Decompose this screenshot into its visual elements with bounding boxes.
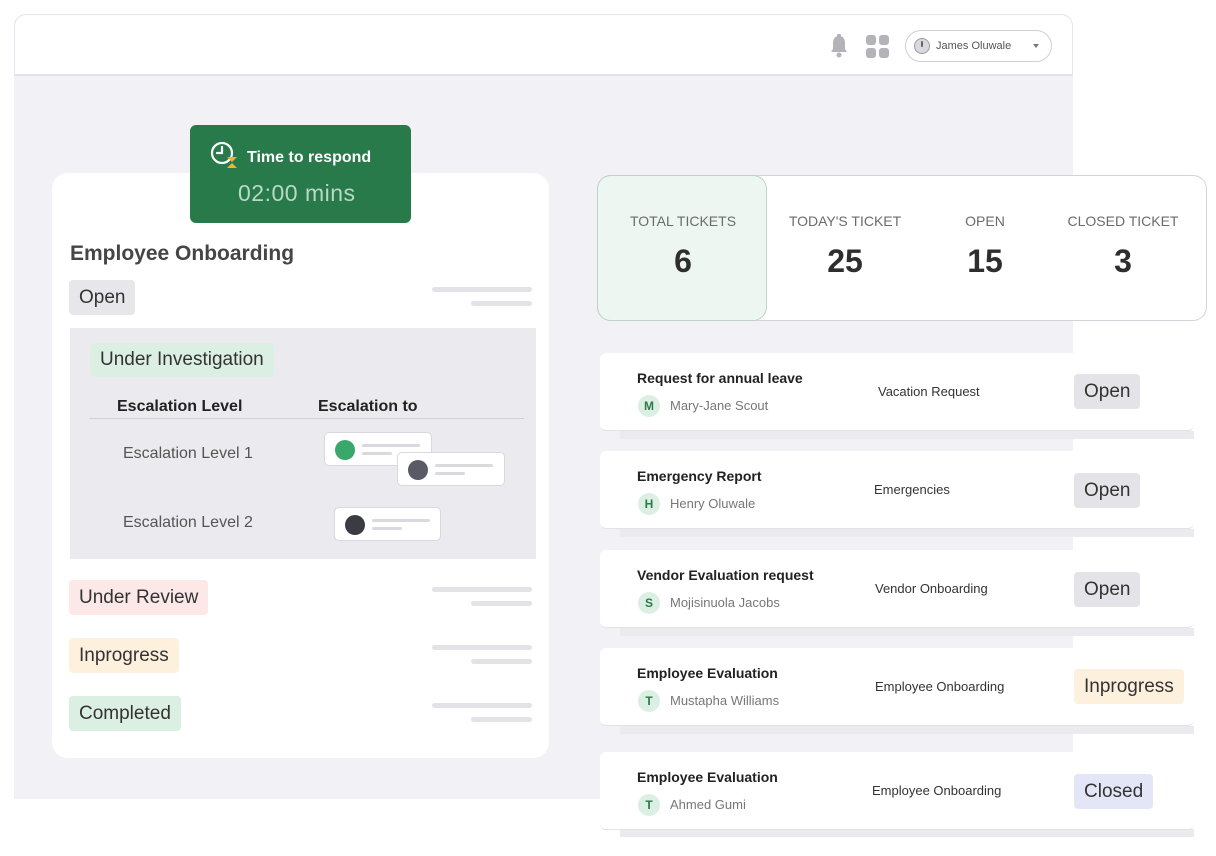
status-inprogress-chip[interactable]: Inprogress: [69, 638, 179, 673]
requester-name: Mustapha Williams: [670, 693, 780, 708]
apps-grid-icon[interactable]: [866, 35, 890, 59]
placeholder-line: [432, 645, 532, 650]
card-title: Employee Onboarding: [70, 242, 295, 265]
response-timer: Time to respond 02:00 mins: [190, 125, 411, 223]
status-open-chip[interactable]: Open: [69, 280, 136, 315]
top-bar: James Oluwale: [14, 14, 1073, 76]
ticket-title: Vendor Evaluation request: [637, 567, 814, 583]
assignee-avatar-icon: [408, 460, 428, 480]
requester-initial-badge: T: [638, 690, 660, 712]
ticket-title: Emergency Report: [637, 468, 762, 484]
ticket-status-badge[interactable]: Closed: [1074, 774, 1154, 809]
ticket-row[interactable]: Vendor Evaluation request S Mojisinuola …: [600, 550, 1194, 628]
placeholder-line: [471, 659, 532, 664]
ticket-row[interactable]: Emergency Report H Henry Oluwale Emergen…: [600, 451, 1194, 529]
ticket-row[interactable]: Employee Evaluation T Mustapha Williams …: [600, 648, 1194, 726]
row-divider: [620, 529, 1194, 537]
requester-initial-badge: S: [638, 592, 660, 614]
requester-initial-badge: T: [638, 794, 660, 816]
ticket-row[interactable]: Request for annual leave M Mary-Jane Sco…: [600, 353, 1194, 431]
ticket-category: Vendor Onboarding: [875, 581, 988, 596]
user-name: James Oluwale: [936, 40, 1012, 52]
escalation-to-header: Escalation to: [318, 398, 418, 415]
timer-value: 02:00 mins: [238, 180, 356, 206]
placeholder-line: [471, 601, 532, 606]
stat-total-tickets[interactable]: TOTAL TICKETS 6: [598, 176, 768, 280]
requester-name: Henry Oluwale: [670, 496, 756, 511]
row-divider: [620, 726, 1194, 734]
stat-value: 3: [1114, 243, 1132, 279]
chevron-down-icon: [1033, 44, 1039, 48]
ticket-status-badge[interactable]: Open: [1074, 572, 1141, 607]
ticket-stats-panel: TOTAL TICKETS 6 TODAY'S TICKET 25 OPEN 1…: [596, 174, 1207, 321]
row-divider: [620, 431, 1194, 439]
ticket-title: Employee Evaluation: [637, 665, 778, 681]
requester-initial-badge: H: [638, 493, 660, 515]
stat-label: TOTAL TICKETS: [629, 213, 737, 229]
ticket-status-badge[interactable]: Inprogress: [1074, 669, 1184, 704]
requester-name: Mojisinuola Jacobs: [670, 595, 780, 610]
ticket-row[interactable]: Employee Evaluation T Ahmed Gumi Employe…: [600, 752, 1194, 830]
placeholder-line: [471, 717, 532, 722]
timer-clock-icon: [210, 141, 237, 168]
requester-initial-badge: M: [638, 395, 660, 417]
assignee-avatar-icon: [345, 515, 365, 535]
status-completed-chip[interactable]: Completed: [69, 696, 181, 731]
assignee-avatar-icon: [335, 440, 355, 460]
escalation-level-1-label: Escalation Level 1: [123, 445, 253, 462]
status-under-review-chip[interactable]: Under Review: [69, 580, 209, 615]
stat-closed-ticket[interactable]: CLOSED TICKET 3: [1058, 176, 1188, 280]
notification-bell-icon[interactable]: [829, 34, 849, 58]
ticket-status-badge[interactable]: Open: [1074, 473, 1141, 508]
ticket-category: Emergencies: [874, 482, 950, 497]
placeholder-line: [471, 301, 532, 306]
stat-value: 6: [674, 243, 692, 279]
escalation-level-2-label: Escalation Level 2: [123, 514, 253, 531]
investigation-panel: Under Investigation Escalation Level Esc…: [70, 328, 536, 559]
requester-name: Ahmed Gumi: [670, 797, 746, 812]
user-menu-dropdown[interactable]: James Oluwale: [905, 30, 1052, 62]
ticket-category: Employee Onboarding: [872, 783, 1002, 798]
placeholder-line: [432, 587, 532, 592]
escalation-level-header: Escalation Level: [117, 398, 243, 415]
row-divider: [620, 829, 1194, 837]
stat-todays-ticket[interactable]: TODAY'S TICKET 25: [780, 176, 910, 280]
ticket-title: Employee Evaluation: [637, 769, 778, 785]
divider: [89, 418, 524, 419]
ticket-title: Request for annual leave: [637, 370, 803, 386]
row-divider: [620, 628, 1194, 636]
ticket-category: Vacation Request: [878, 384, 980, 399]
ticket-category: Employee Onboarding: [875, 679, 1005, 694]
user-avatar-icon: [914, 38, 930, 54]
stat-label: OPEN: [965, 213, 1005, 229]
assignee-card[interactable]: [334, 507, 441, 541]
timer-label: Time to respond: [247, 149, 372, 166]
stat-value: 15: [967, 243, 1003, 279]
stat-label: TODAY'S TICKET: [788, 213, 902, 229]
placeholder-line: [432, 703, 532, 708]
stat-label: CLOSED TICKET: [1067, 213, 1179, 229]
ticket-status-badge[interactable]: Open: [1074, 374, 1141, 409]
requester-name: Mary-Jane Scout: [670, 398, 769, 413]
status-under-investigation-chip[interactable]: Under Investigation: [90, 343, 274, 377]
assignee-card[interactable]: [397, 452, 505, 486]
stat-value: 25: [827, 243, 863, 279]
placeholder-line: [432, 287, 532, 292]
stat-open[interactable]: OPEN 15: [935, 176, 1035, 280]
